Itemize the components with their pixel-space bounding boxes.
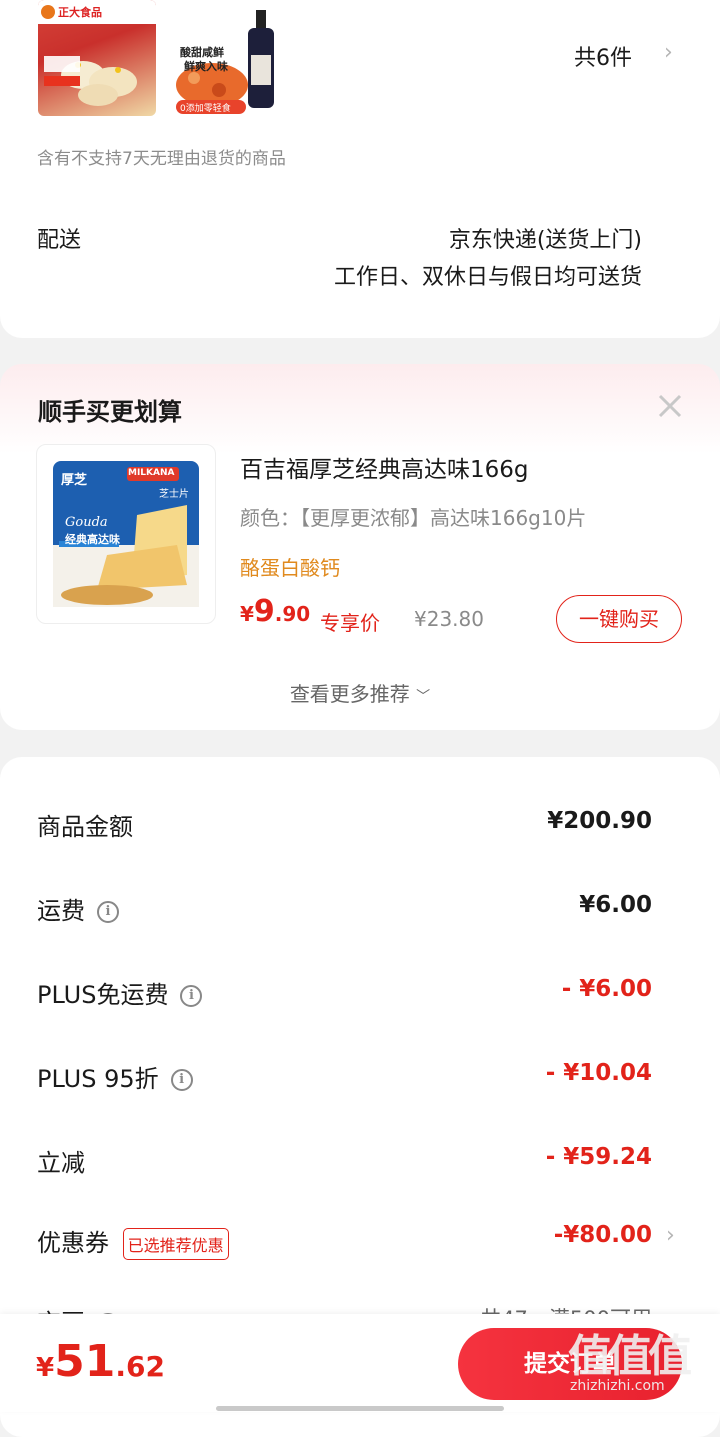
home-indicator: [216, 1406, 504, 1411]
row-plus-discount-value: - ¥10.04: [545, 1060, 652, 1086]
row-plus-free-shipping-label: PLUS免运费: [37, 981, 169, 1009]
info-icon[interactable]: i: [180, 985, 203, 1007]
row-plus-free-shipping-value: - ¥6.00: [561, 976, 652, 1002]
thumb-tag: 0添加零轻食: [180, 104, 231, 114]
price-symbol: ¥: [240, 602, 254, 626]
product-spec[interactable]: 颜色：【更厚更浓郁】高达味166g10片: [240, 502, 586, 531]
product-thumb-dumplings[interactable]: 正大食品: [38, 0, 156, 116]
row-instant-reduction-value: - ¥59.24: [545, 1144, 652, 1170]
price-integer: 9: [253, 594, 275, 629]
watermark-site: zhizhizhi.com: [570, 1378, 665, 1394]
row-coupon-label: 优惠券: [37, 1229, 109, 1257]
row-plus-free-shipping: PLUS免运费 i: [37, 975, 203, 1010]
item-count-link[interactable]: 共6件 ›: [560, 36, 690, 76]
delivery-label: 配送: [37, 228, 82, 253]
price-label: 专享价: [320, 611, 380, 635]
cheese-product-image[interactable]: 厚芝 MILKANA 芝士片 Gouda 经典高达味: [36, 444, 216, 624]
coupon-badge: 已选推荐优惠: [122, 1228, 229, 1260]
img-brand-text: 厚芝: [61, 473, 88, 488]
delivery-time: 工作日、双休日与假日均可送货: [333, 265, 642, 290]
delivery-card: 正大食品 酸甜咸鲜 鲜爽入味 0添加零轻食 共6件 › 含有不支持7天无理由退货…: [0, 0, 720, 338]
delivery-method[interactable]: 京东快递(送货上门): [449, 222, 642, 254]
product-price: ¥9.90: [240, 594, 310, 629]
see-more-recommend[interactable]: 查看更多推荐 ﹀: [0, 678, 720, 707]
watermark-logo: 值值值: [568, 1331, 692, 1382]
img-gouda-text: Gouda: [65, 515, 108, 530]
watermark: 值值值 zhizhizhi.com: [562, 1316, 712, 1406]
product-name[interactable]: 百吉福厚芝经典高达味166g: [240, 450, 529, 484]
product-tag: 酪蛋白酸钙: [240, 556, 340, 580]
info-icon[interactable]: i: [170, 1069, 193, 1091]
chevron-down-icon: ﹀: [416, 689, 431, 705]
see-more-label: 查看更多推荐: [289, 682, 410, 706]
row-goods-amount-value: ¥200.90: [547, 808, 652, 834]
recommend-card: 顺手买更划算 厚芝 MILKANA 芝士片 Gouda 经典高达味 百吉福厚芝经…: [0, 364, 720, 730]
no-return-note: 含有不支持7天无理由退货的商品: [37, 149, 286, 169]
total-integer: 51: [54, 1336, 116, 1387]
chevron-right-icon: ›: [664, 40, 673, 65]
close-icon[interactable]: [656, 392, 684, 420]
row-coupon[interactable]: 优惠券 已选推荐优惠: [37, 1223, 229, 1260]
thumb-slogan-2: 鲜爽入味: [184, 60, 228, 73]
row-plus-discount: PLUS 95折 i: [37, 1059, 193, 1094]
thumb-brand-text: 正大食品: [58, 6, 102, 19]
row-instant-reduction-label: 立减: [37, 1149, 85, 1177]
info-icon[interactable]: i: [97, 901, 119, 923]
row-plus-discount-label: PLUS 95折: [37, 1065, 159, 1093]
img-category-text: 芝士片: [159, 489, 189, 500]
img-flavor-text: 经典高达味: [65, 533, 120, 546]
row-shipping-value: ¥6.00: [579, 892, 652, 918]
total-decimal: .62: [115, 1350, 165, 1383]
item-count-label: 共6件: [574, 46, 632, 71]
price-decimal: .90: [274, 602, 311, 626]
order-total: ¥51.62: [36, 1336, 165, 1387]
img-logo-text: MILKANA: [128, 468, 175, 478]
chevron-right-icon[interactable]: ›: [666, 1223, 675, 1248]
recommend-title: 顺手买更划算: [38, 398, 182, 426]
row-goods-amount-label: 商品金额: [37, 813, 133, 841]
one-click-buy-button[interactable]: 一键购买: [556, 595, 682, 643]
total-symbol: ¥: [36, 1353, 55, 1383]
original-price: ¥23.80: [414, 607, 484, 631]
row-shipping-label: 运费: [37, 897, 85, 925]
row-coupon-value[interactable]: -¥80.00: [554, 1222, 652, 1248]
product-thumb-sauce[interactable]: 酸甜咸鲜 鲜爽入味 0添加零轻食: [174, 0, 292, 116]
row-shipping: 运费 i: [37, 891, 119, 926]
